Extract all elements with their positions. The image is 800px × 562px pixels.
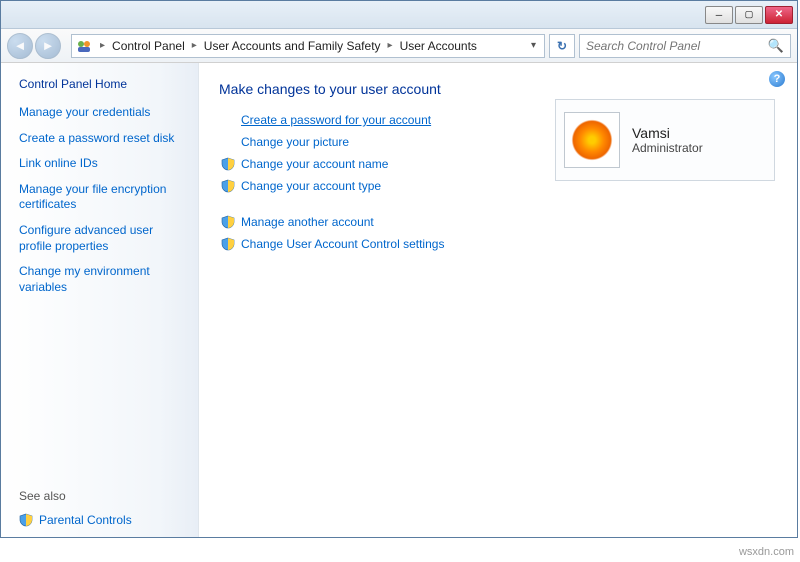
refresh-button[interactable]: ↻ (549, 34, 575, 58)
close-button[interactable]: ✕ (765, 6, 793, 24)
sidebar-link-online-ids[interactable]: Link online IDs (19, 156, 188, 172)
sidebar: Control Panel Home Manage your credentia… (1, 63, 199, 537)
sidebar-link-env-vars[interactable]: Change my environment variables (19, 264, 188, 295)
task-label: Change your picture (241, 135, 349, 149)
task-link[interactable]: Change User Account Control settings (219, 237, 777, 251)
search-icon: 🔍 (768, 38, 784, 54)
search-input[interactable] (586, 39, 768, 53)
account-card: Vamsi Administrator (555, 99, 775, 181)
page-title: Make changes to your user account (219, 81, 777, 97)
maximize-button[interactable]: ▢ (735, 6, 763, 24)
forward-button[interactable]: ► (35, 33, 61, 59)
main-panel: ? Make changes to your user account Crea… (199, 63, 797, 537)
watermark: wsxdn.com (739, 546, 794, 558)
account-role: Administrator (632, 141, 703, 155)
avatar (564, 112, 620, 168)
sidebar-link-credentials[interactable]: Manage your credentials (19, 105, 188, 121)
task-label: Create a password for your account (241, 113, 431, 127)
task-label: Change your account name (241, 157, 388, 171)
task-label: Change your account type (241, 179, 381, 193)
shield-icon (221, 179, 235, 193)
shield-icon (221, 215, 235, 229)
breadcrumb-dropdown[interactable]: ▾ (527, 40, 540, 51)
see-also-parental-controls[interactable]: Parental Controls (19, 513, 188, 527)
titlebar: ─ ▢ ✕ (1, 1, 797, 29)
shield-icon (221, 157, 235, 171)
see-also-item-label: Parental Controls (39, 513, 132, 527)
back-button[interactable]: ◄ (7, 33, 33, 59)
minimize-button[interactable]: ─ (705, 6, 733, 24)
task-link[interactable]: Change your account type (219, 179, 777, 193)
task-label: Manage another account (241, 215, 374, 229)
search-box[interactable]: 🔍 (579, 34, 791, 58)
sidebar-link-encryption[interactable]: Manage your file encryption certificates (19, 182, 188, 213)
navbar: ◄ ► ▸ Control Panel ▸ User Accounts and … (1, 29, 797, 63)
account-name: Vamsi (632, 125, 703, 141)
task-link[interactable]: Manage another account (219, 215, 777, 229)
sidebar-link-reset-disk[interactable]: Create a password reset disk (19, 131, 188, 147)
breadcrumb-item[interactable]: User Accounts and Family Safety (201, 39, 384, 53)
breadcrumb[interactable]: ▸ Control Panel ▸ User Accounts and Fami… (71, 34, 545, 58)
sidebar-link-profile-props[interactable]: Configure advanced user profile properti… (19, 223, 188, 254)
help-icon[interactable]: ? (769, 71, 785, 87)
nav-buttons: ◄ ► (1, 33, 67, 59)
shield-icon (19, 513, 33, 527)
task-label: Change User Account Control settings (241, 237, 444, 251)
breadcrumb-item[interactable]: Control Panel (109, 39, 188, 53)
sidebar-title: Control Panel Home (19, 77, 188, 91)
see-also-label: See also (19, 489, 188, 503)
user-accounts-icon (76, 38, 92, 54)
breadcrumb-item[interactable]: User Accounts (397, 39, 480, 53)
control-panel-window: ─ ▢ ✕ ◄ ► ▸ Control Panel ▸ User Account… (0, 0, 798, 538)
shield-icon (221, 237, 235, 251)
